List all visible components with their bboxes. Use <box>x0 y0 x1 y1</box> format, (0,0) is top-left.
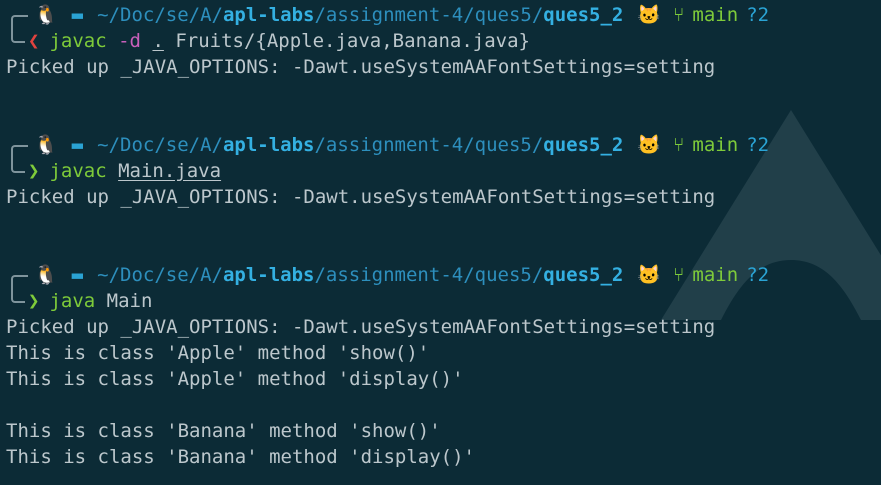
command-name: java <box>49 290 96 312</box>
prompt-arrow: ❯ <box>28 160 40 182</box>
git-branch-icon: ⑂ <box>673 134 685 156</box>
prompt-arrow-error: ❮ <box>28 30 40 52</box>
git-branch-icon: ⑂ <box>673 264 685 286</box>
output-line: This is class 'Banana' method 'show()' <box>6 420 441 442</box>
command-arg: Main.java <box>118 160 222 182</box>
prompt-bracket <box>6 158 28 184</box>
github-icon: 🐱 <box>637 264 662 286</box>
path-prefix: ~/Doc/se/A/ <box>97 134 223 156</box>
command-name: javac <box>49 30 107 52</box>
prompt-line: 🐧 ▬ ~/Doc/se/A/apl-labs/assignment-4/que… <box>6 262 881 288</box>
git-branch: main <box>692 134 739 156</box>
path-current: ques5_2 <box>543 264 624 286</box>
path-middle: /assignment-4/ques5/ <box>314 134 544 156</box>
linux-icon: 🐧 <box>34 264 58 286</box>
output-line: Picked up _JAVA_OPTIONS: -Dawt.useSystem… <box>6 56 716 78</box>
output-line: Picked up _JAVA_OPTIONS: -Dawt.useSystem… <box>6 316 716 338</box>
github-icon: 🐱 <box>637 134 662 156</box>
path-prefix: ~/Doc/se/A/ <box>97 4 223 26</box>
output-line: This is class 'Apple' method 'show()' <box>6 342 430 364</box>
git-branch: main <box>692 264 739 286</box>
prompt-line: 🐧 ▬ ~/Doc/se/A/apl-labs/assignment-4/que… <box>6 2 881 28</box>
path-repo: apl-labs <box>222 4 315 26</box>
output-line: Picked up _JAVA_OPTIONS: -Dawt.useSystem… <box>6 186 716 208</box>
command-name: javac <box>49 160 107 182</box>
path-prefix: ~/Doc/se/A/ <box>97 264 223 286</box>
folder-icon: ▬ <box>71 4 84 26</box>
terminal-output[interactable]: 🐧 ▬ ~/Doc/se/A/apl-labs/assignment-4/que… <box>6 2 881 485</box>
github-icon: 🐱 <box>637 4 662 26</box>
prompt-bracket <box>6 262 28 288</box>
command-flag: -d <box>118 30 141 52</box>
prompt-arrow: ❯ <box>28 290 40 312</box>
prompt-bracket <box>6 288 28 314</box>
prompt-bracket <box>6 2 28 28</box>
linux-icon: 🐧 <box>34 134 58 156</box>
prompt-line: 🐧 ▬ ~/Doc/se/A/apl-labs/assignment-4/que… <box>6 132 881 158</box>
path-current: ques5_2 <box>543 4 624 26</box>
git-status: ?2 <box>746 264 770 286</box>
path-current: ques5_2 <box>543 134 624 156</box>
git-status: ?2 <box>746 134 770 156</box>
output-line: This is class 'Banana' method 'display()… <box>6 446 475 468</box>
path-repo: apl-labs <box>222 134 315 156</box>
command-line: ❮ javac -d . Fruits/{Apple.java,Banana.j… <box>6 28 881 54</box>
prompt-bracket <box>6 28 28 54</box>
path-middle: /assignment-4/ques5/ <box>314 264 544 286</box>
path-repo: apl-labs <box>222 264 315 286</box>
git-status: ?2 <box>746 4 770 26</box>
linux-icon: 🐧 <box>34 4 58 26</box>
git-branch: main <box>692 4 739 26</box>
git-branch-icon: ⑂ <box>673 4 685 26</box>
command-arg: Fruits/{Apple.java,Banana.java} <box>163 30 530 52</box>
command-line: ❯ javac Main.java <box>6 158 881 184</box>
output-line: This is class 'Apple' method 'display()' <box>6 368 464 390</box>
command-arg: . <box>152 30 164 52</box>
folder-icon: ▬ <box>71 264 84 286</box>
command-arg: Main <box>106 290 153 312</box>
path-middle: /assignment-4/ques5/ <box>314 4 544 26</box>
prompt-bracket <box>6 132 28 158</box>
command-line: ❯ java Main <box>6 288 881 314</box>
folder-icon: ▬ <box>71 134 84 156</box>
